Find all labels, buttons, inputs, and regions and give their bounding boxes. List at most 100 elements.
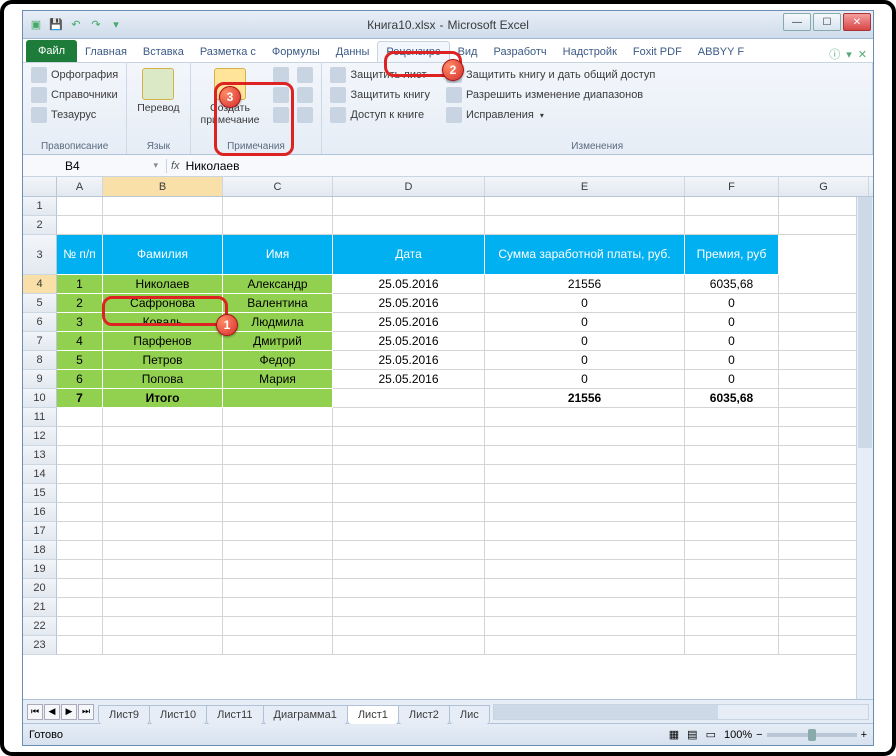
cell[interactable]	[57, 446, 103, 465]
cell[interactable]: 25.05.2016	[333, 332, 485, 351]
cell[interactable]	[223, 579, 333, 598]
cell[interactable]: Николаев	[103, 275, 223, 294]
cell[interactable]	[223, 560, 333, 579]
cell[interactable]: 5	[57, 351, 103, 370]
sheet-tab[interactable]: Лис	[449, 705, 490, 724]
row-header[interactable]: 4	[23, 275, 57, 294]
cell[interactable]: Александр	[223, 275, 333, 294]
horizontal-scrollbar[interactable]	[493, 704, 869, 720]
cell[interactable]	[333, 446, 485, 465]
comment-nav-3[interactable]	[271, 106, 291, 124]
row-header[interactable]: 23	[23, 636, 57, 655]
cell[interactable]: 25.05.2016	[333, 351, 485, 370]
cell[interactable]	[485, 541, 685, 560]
cell[interactable]: Сумма заработной платы, руб.	[485, 235, 685, 275]
cell[interactable]	[57, 484, 103, 503]
cell[interactable]	[223, 197, 333, 216]
tab-file[interactable]: Файл	[26, 40, 77, 62]
cell[interactable]: Дмитрий	[223, 332, 333, 351]
sheet-nav-first[interactable]: ⏮	[27, 704, 43, 720]
cell[interactable]: 3	[57, 313, 103, 332]
tab-addins[interactable]: Надстройк	[555, 42, 625, 62]
row-header[interactable]: 3	[23, 235, 57, 275]
cell[interactable]: 25.05.2016	[333, 313, 485, 332]
col-header-e[interactable]: E	[485, 177, 685, 196]
cell[interactable]	[485, 560, 685, 579]
cell[interactable]	[57, 465, 103, 484]
cell[interactable]: Мария	[223, 370, 333, 389]
sheet-nav-prev[interactable]: ◀	[44, 704, 60, 720]
cell[interactable]	[57, 408, 103, 427]
cell[interactable]	[57, 522, 103, 541]
cell[interactable]	[485, 465, 685, 484]
thesaurus-button[interactable]: Тезаурус	[29, 106, 120, 124]
cell[interactable]	[485, 636, 685, 655]
formula-value[interactable]: Николаев	[186, 159, 240, 173]
cell[interactable]	[223, 484, 333, 503]
cell[interactable]	[685, 216, 779, 235]
cell[interactable]: 25.05.2016	[333, 294, 485, 313]
sheet-nav-last[interactable]: ⏭	[78, 704, 94, 720]
cell[interactable]	[485, 598, 685, 617]
row-header[interactable]: 5	[23, 294, 57, 313]
share-book-button[interactable]: Доступ к книге	[328, 106, 432, 124]
cell[interactable]	[223, 636, 333, 655]
cell[interactable]	[223, 389, 333, 408]
cell[interactable]	[103, 197, 223, 216]
cell[interactable]	[685, 197, 779, 216]
cell[interactable]: 2	[57, 294, 103, 313]
cell[interactable]	[333, 579, 485, 598]
comment-opt-3[interactable]	[295, 106, 315, 124]
spelling-button[interactable]: Орфография	[29, 66, 120, 84]
help-icon[interactable]: ⓘ	[829, 46, 840, 62]
cell[interactable]	[485, 216, 685, 235]
cell[interactable]	[685, 446, 779, 465]
cell[interactable]	[103, 598, 223, 617]
cell[interactable]: Федор	[223, 351, 333, 370]
cell[interactable]	[685, 617, 779, 636]
cell[interactable]	[103, 484, 223, 503]
tab-home[interactable]: Главная	[77, 42, 135, 62]
row-header[interactable]: 16	[23, 503, 57, 522]
minimize-ribbon-icon[interactable]: ▾	[846, 48, 852, 61]
cell[interactable]: Премия, руб	[685, 235, 779, 275]
cell[interactable]: 0	[485, 294, 685, 313]
tab-developer[interactable]: Разработч	[485, 42, 554, 62]
cell[interactable]	[223, 465, 333, 484]
cell[interactable]: 1	[57, 275, 103, 294]
cell[interactable]: Коваль	[103, 313, 223, 332]
cell[interactable]	[685, 408, 779, 427]
qat-more-icon[interactable]: ▾	[107, 16, 125, 34]
col-header-b[interactable]: B	[103, 177, 223, 196]
cell[interactable]	[485, 617, 685, 636]
cell[interactable]	[223, 408, 333, 427]
view-layout-icon[interactable]: ▤	[687, 728, 697, 741]
cell[interactable]	[57, 503, 103, 522]
cell[interactable]	[485, 522, 685, 541]
cell[interactable]	[333, 465, 485, 484]
protect-sheet-button[interactable]: Защитить лист	[328, 66, 432, 84]
cell[interactable]: 0	[485, 332, 685, 351]
row-header[interactable]: 7	[23, 332, 57, 351]
cell[interactable]	[103, 465, 223, 484]
save-icon[interactable]: 💾	[47, 16, 65, 34]
col-header-f[interactable]: F	[685, 177, 779, 196]
cell[interactable]: Итого	[103, 389, 223, 408]
cell[interactable]: 0	[685, 294, 779, 313]
col-header-a[interactable]: A	[57, 177, 103, 196]
research-button[interactable]: Справочники	[29, 86, 120, 104]
cell[interactable]	[103, 503, 223, 522]
row-header[interactable]: 9	[23, 370, 57, 389]
allow-ranges-button[interactable]: Разрешить изменение диапазонов	[444, 86, 657, 104]
cell[interactable]	[103, 408, 223, 427]
cell[interactable]	[223, 541, 333, 560]
cell[interactable]: 0	[485, 351, 685, 370]
col-header-g[interactable]: G	[779, 177, 869, 196]
row-header[interactable]: 15	[23, 484, 57, 503]
cell[interactable]: 21556	[485, 389, 685, 408]
protect-book-button[interactable]: Защитить книгу	[328, 86, 432, 104]
cell[interactable]	[223, 503, 333, 522]
cell[interactable]	[485, 484, 685, 503]
cell[interactable]	[333, 541, 485, 560]
row-header[interactable]: 2	[23, 216, 57, 235]
